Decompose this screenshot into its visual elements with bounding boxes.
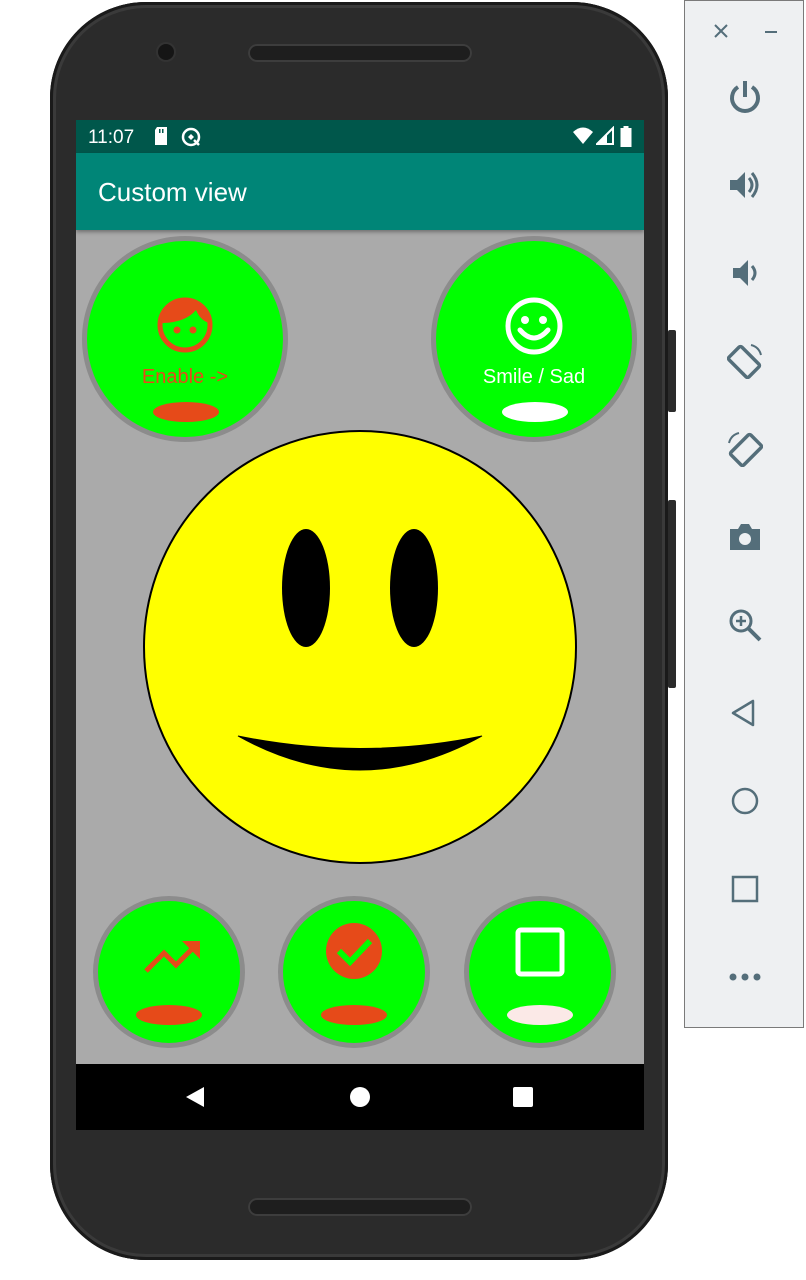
overview-button[interactable] [715,859,775,919]
emulator-toolbar [684,0,804,1028]
nav-back-button[interactable] [155,1064,235,1130]
app-title: Custom view [98,177,247,207]
minimize-button[interactable] [757,17,785,45]
volume-up-icon [730,172,759,198]
overview-square-icon [513,1087,533,1107]
smile-sad-label: Smile / Sad [482,366,586,388]
nav-home-button[interactable] [320,1064,400,1130]
square-button[interactable] [464,896,616,1048]
device-screen: 11:07 Custom view Enable -> Smile / Sad [76,120,644,1130]
wifi-icon [572,126,594,151]
smiley-face[interactable] [142,429,578,870]
smile-sad-indicator [502,402,568,422]
back-triangle-icon [186,1087,204,1107]
sd-card-icon [154,126,168,151]
power-icon [730,81,760,113]
face-icon [156,296,214,359]
enable-label: Enable -> [141,366,229,388]
trend-indicator [136,1005,202,1025]
navigation-bar [76,1064,644,1130]
volume-down-icon [733,260,757,286]
back-icon [731,699,755,727]
hardware-volume-rocker[interactable] [668,500,676,688]
right-eye [390,529,438,647]
volume-down-button[interactable] [715,243,775,303]
close-icon [714,24,728,38]
check-circle-icon [325,922,383,985]
close-button[interactable] [707,17,735,45]
home-button[interactable] [715,771,775,831]
battery-icon [620,126,632,153]
enable-button[interactable]: Enable -> [82,236,288,442]
trend-button[interactable] [93,896,245,1048]
back-button[interactable] [715,683,775,743]
front-camera [158,44,174,60]
more-button[interactable] [715,947,775,1007]
camera-icon [730,524,760,550]
enable-indicator [153,402,219,422]
more-icon [729,973,761,981]
square-indicator [507,1005,573,1025]
trending-up-icon [142,937,202,982]
cell-signal-icon [594,125,614,151]
left-eye [282,529,330,647]
screenshot-button[interactable] [715,507,775,567]
check-button[interactable] [278,896,430,1048]
rotate-right-icon [728,432,763,467]
earpiece-speaker [248,44,472,62]
bottom-speaker [248,1198,472,1216]
check-indicator [321,1005,387,1025]
rotate-left-button[interactable] [715,331,775,391]
custom-view-content: Enable -> Smile / Sad [76,230,644,1064]
smile-sad-button[interactable]: Smile / Sad [431,236,637,442]
home-icon [731,787,759,815]
hardware-power-button[interactable] [668,330,676,412]
status-time: 11:07 [88,127,135,148]
rotate-right-button[interactable] [715,419,775,479]
sync-icon [180,126,202,153]
square-outline-icon [515,927,565,982]
zoom-button[interactable] [715,595,775,655]
face-circle [143,430,577,864]
home-circle-icon [350,1087,370,1107]
app-bar: Custom view [76,153,644,230]
minimize-icon [765,31,777,33]
status-bar: 11:07 [76,120,644,153]
zoom-icon [729,609,762,642]
rotate-left-icon [727,344,762,379]
power-button[interactable] [715,67,775,127]
volume-up-button[interactable] [715,155,775,215]
overview-icon [731,875,759,903]
nav-overview-button[interactable] [483,1064,563,1130]
smiley-icon [504,296,564,361]
